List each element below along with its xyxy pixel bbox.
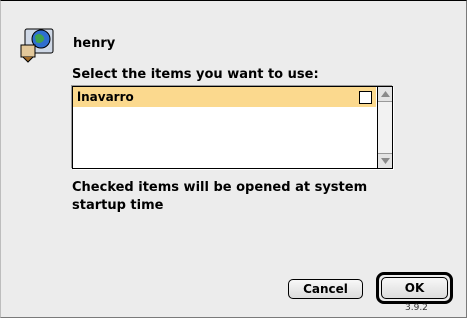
scrollbar[interactable] — [377, 87, 392, 168]
version-label: 3.9.2 — [405, 303, 428, 313]
item-checkbox[interactable] — [359, 91, 372, 104]
scroll-down-icon[interactable] — [378, 153, 392, 168]
help-text: Checked items will be opened at system s… — [72, 180, 368, 213]
cancel-button[interactable]: Cancel — [288, 279, 363, 299]
multiple-users-icon — [20, 28, 54, 63]
prompt-text: Select the items you want to use: — [72, 67, 319, 82]
login-items-dialog: henry Select the items you want to use: … — [0, 0, 467, 318]
items-list[interactable]: lnavarro — [72, 86, 393, 169]
list-item-label: lnavarro — [77, 90, 134, 104]
username-label: henry — [73, 36, 116, 51]
list-item[interactable]: lnavarro — [73, 87, 376, 107]
scroll-up-icon[interactable] — [378, 87, 392, 102]
ok-button[interactable]: OK — [381, 277, 448, 299]
